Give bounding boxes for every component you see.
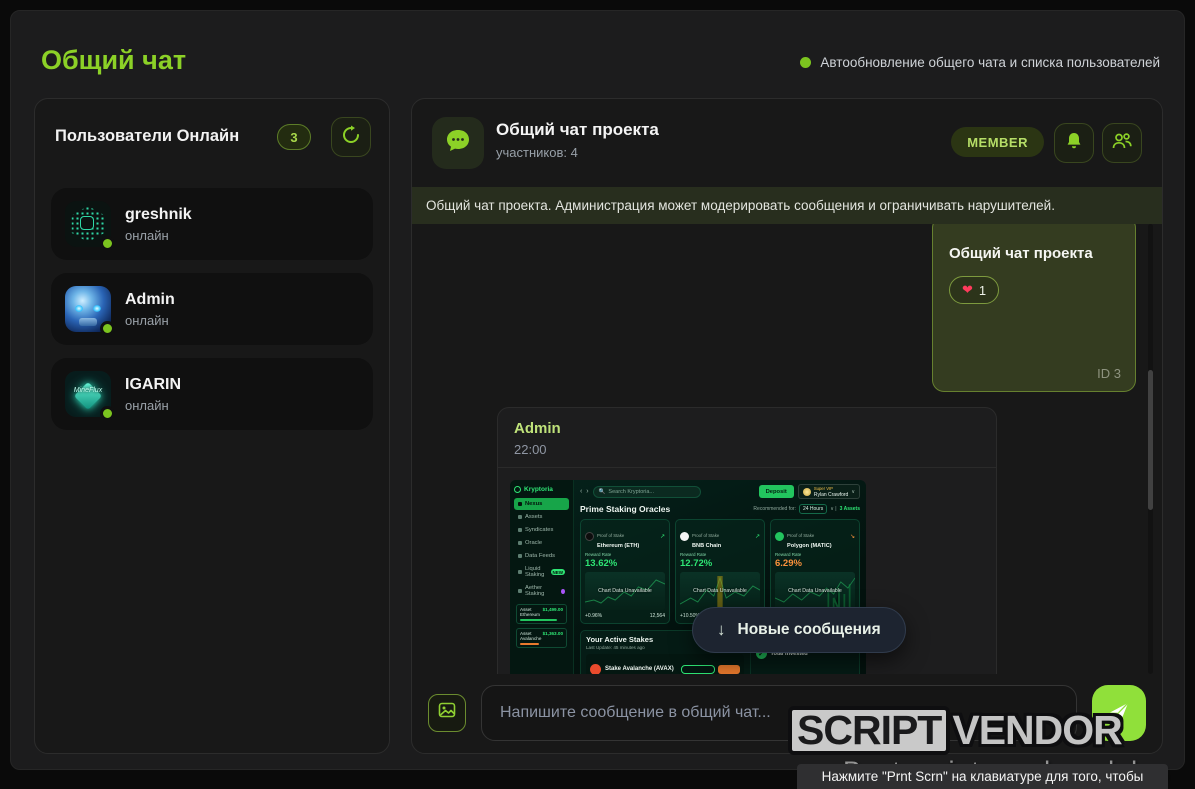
kryptoria-brand: Kryptoria — [524, 486, 553, 493]
new-messages-button[interactable]: ↓ Новые сообщения — [692, 607, 906, 653]
user-info: IGARIN онлайн — [125, 376, 181, 413]
att-nav-liquid: Liquid StakingNEW — [514, 563, 569, 581]
message-input[interactable] — [481, 685, 1077, 741]
chat-scrollbar-thumb[interactable] — [1148, 370, 1153, 510]
message-bubble-pinned: Общий чат проекта ❤ 1 ID 3 — [932, 224, 1136, 392]
messages-area: Общий чат проекта ❤ 1 ID 3 Admin 22:00 — [412, 224, 1162, 674]
member-badge: MEMBER — [951, 127, 1044, 157]
user-list-item-igarin[interactable]: MineFlux IGARIN онлайн — [51, 358, 373, 430]
page-title: Общий чат — [41, 45, 186, 76]
att-nav-syndicates: Syndicates — [514, 524, 569, 536]
user-info: Admin онлайн — [125, 291, 175, 328]
att-card-eth: Proof of StakeEthereum (ETH) ↗ Reward Ra… — [580, 519, 670, 624]
attachment-sidebar: Kryptoria Nexus Assets Syndicates Oracle… — [510, 480, 574, 674]
att-nav-nexus: Nexus — [514, 498, 569, 510]
chat-participants: участников: 4 — [496, 145, 578, 160]
users-panel-title: Пользователи Онлайн — [55, 127, 239, 146]
heart-icon: ❤ — [962, 282, 973, 298]
att-nav-assets: Assets — [514, 511, 569, 523]
user-list-item-admin[interactable]: Admin онлайн — [51, 273, 373, 345]
message-id: ID 3 — [1097, 366, 1121, 381]
att-asset-eth: Asset Ethereum$1,499.00 — [516, 604, 567, 624]
online-status-dot — [100, 236, 115, 251]
reaction-count: 1 — [979, 283, 986, 298]
att-search: 🔍Search Kryptoria... — [593, 486, 701, 498]
chat-notice-bar: Общий чат проекта. Администрация может м… — [412, 187, 1162, 224]
att-heading: Prime Staking Oracles — [580, 504, 670, 514]
user-status: онлайн — [125, 398, 181, 413]
users-panel-header: Пользователи Онлайн 3 — [35, 99, 389, 175]
send-button[interactable] — [1092, 685, 1146, 741]
chat-header: Общий чат проекта участников: 4 MEMBER — [412, 99, 1162, 187]
user-status: онлайн — [125, 228, 192, 243]
avatar: MineFlux — [65, 371, 111, 417]
message-time: 22:00 — [514, 442, 980, 457]
message-text: Общий чат проекта — [949, 245, 1119, 262]
att-asset-avax: Asset Avalanche$1,363.00 — [516, 628, 567, 648]
att-deposit-button: Deposit — [759, 485, 794, 498]
chat-panel: Общий чат проекта участников: 4 MEMBER — [411, 98, 1163, 754]
message-header: Admin 22:00 — [498, 408, 996, 468]
att-nav-aether: Aether Staking — [514, 582, 569, 600]
chat-title: Общий чат проекта — [496, 120, 659, 140]
user-list-item-greshnik[interactable]: greshnik онлайн — [51, 188, 373, 260]
user-name: IGARIN — [125, 376, 181, 394]
new-messages-label: Новые сообщения — [738, 621, 881, 639]
screen: Общий чат Автообновление общего чата и с… — [0, 0, 1195, 789]
online-count-badge: 3 — [277, 124, 311, 150]
printscreen-tooltip: Нажмите "Prnt Scrn" на клавиатуре для то… — [797, 764, 1168, 789]
refresh-icon — [341, 125, 361, 150]
user-status: онлайн — [125, 313, 175, 328]
chat-avatar — [432, 117, 484, 169]
participants-button[interactable] — [1102, 123, 1142, 163]
online-status-dot — [100, 406, 115, 421]
avatar — [65, 201, 111, 247]
att-nav-oracle: Oracle — [514, 537, 569, 549]
arrow-down-icon: ↓ — [717, 620, 726, 640]
online-status-dot — [100, 321, 115, 336]
message-author: Admin — [514, 420, 980, 437]
chat-bubble-icon — [443, 126, 473, 161]
message-input-row — [412, 672, 1162, 753]
autoupdate-status: Автообновление общего чата и списка поль… — [800, 55, 1160, 70]
users-online-panel: Пользователи Онлайн 3 greshnik онлайн — [34, 98, 390, 754]
notifications-button[interactable] — [1054, 123, 1094, 163]
user-name: greshnik — [125, 206, 192, 224]
people-icon — [1111, 131, 1133, 156]
att-nav-datafeeds: Data Feeds — [514, 550, 569, 562]
reaction-button[interactable]: ❤ 1 — [949, 276, 999, 304]
autoupdate-label: Автообновление общего чата и списка поль… — [820, 55, 1160, 70]
att-user-chip: Super VIPRylan Crawford ∨ — [798, 484, 860, 499]
image-icon — [437, 700, 457, 725]
attach-image-button[interactable] — [428, 694, 466, 732]
user-info: greshnik онлайн — [125, 206, 192, 243]
bell-icon — [1064, 131, 1084, 156]
refresh-users-button[interactable] — [331, 117, 371, 157]
app-window: Общий чат Автообновление общего чата и с… — [10, 10, 1185, 770]
avatar — [65, 286, 111, 332]
send-plane-icon — [1106, 698, 1132, 727]
autoupdate-dot-icon — [800, 57, 811, 68]
user-name: Admin — [125, 291, 175, 309]
kryptoria-logo-icon — [514, 486, 521, 493]
